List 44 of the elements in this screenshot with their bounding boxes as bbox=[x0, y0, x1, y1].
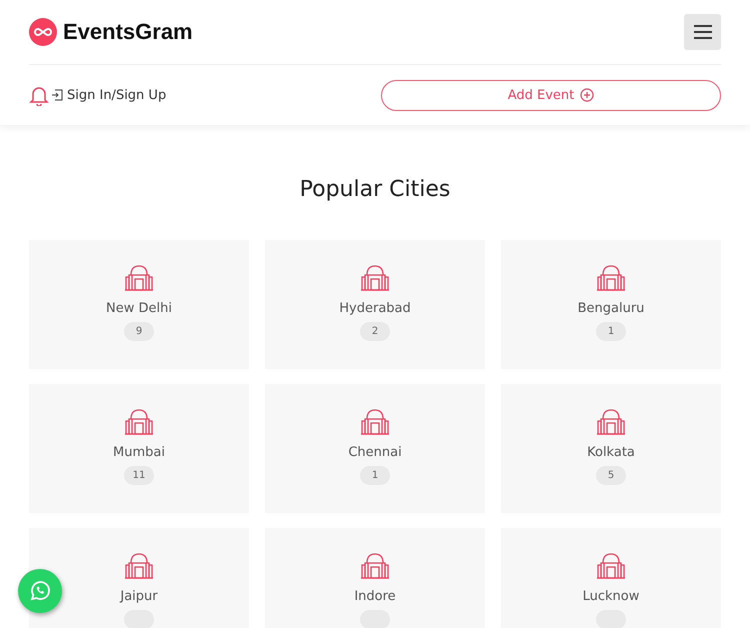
temple-icon bbox=[596, 553, 626, 579]
city-card[interactable]: New Delhi 9 bbox=[29, 240, 249, 369]
city-card[interactable]: Jaipur bbox=[29, 528, 249, 628]
city-name: Bengaluru bbox=[578, 301, 644, 316]
temple-icon bbox=[596, 409, 626, 435]
menu-button[interactable] bbox=[684, 14, 721, 50]
city-card[interactable]: Indore bbox=[265, 528, 485, 628]
city-card[interactable]: Bengaluru 1 bbox=[501, 240, 721, 369]
event-count: 5 bbox=[596, 466, 626, 485]
city-name: Chennai bbox=[348, 445, 402, 460]
city-card[interactable]: Lucknow bbox=[501, 528, 721, 628]
city-name: Jaipur bbox=[120, 589, 158, 604]
temple-icon bbox=[360, 265, 390, 291]
temple-icon bbox=[124, 409, 154, 435]
bell-icon[interactable] bbox=[29, 84, 49, 106]
temple-icon bbox=[124, 553, 154, 579]
section-heading: Popular Cities bbox=[298, 177, 452, 202]
temple-icon bbox=[360, 409, 390, 435]
event-count: 1 bbox=[596, 322, 626, 341]
plus-circle-icon bbox=[580, 88, 594, 102]
city-name: Indore bbox=[354, 589, 396, 604]
brand-name: EventsGram bbox=[63, 19, 193, 45]
city-card[interactable]: Mumbai 11 bbox=[29, 384, 249, 513]
temple-icon bbox=[596, 265, 626, 291]
whatsapp-icon bbox=[29, 580, 51, 602]
city-card[interactable]: Hyderabad 2 bbox=[265, 240, 485, 369]
event-count: 11 bbox=[124, 466, 154, 485]
city-card[interactable]: Kolkata 5 bbox=[501, 384, 721, 513]
add-event-button[interactable]: Add Event bbox=[381, 80, 721, 110]
city-name: Kolkata bbox=[587, 445, 635, 460]
logo-icon bbox=[29, 18, 57, 46]
city-name: Mumbai bbox=[113, 445, 165, 460]
temple-icon bbox=[124, 265, 154, 291]
temple-icon bbox=[360, 553, 390, 579]
sign-in-link[interactable]: Sign In/Sign Up bbox=[51, 88, 166, 102]
event-count: 1 bbox=[360, 466, 390, 485]
city-name: Hyderabad bbox=[339, 301, 411, 316]
event-count: 2 bbox=[360, 322, 390, 341]
event-count: 9 bbox=[124, 322, 154, 341]
city-name: New Delhi bbox=[106, 301, 172, 316]
city-card[interactable]: Chennai 1 bbox=[265, 384, 485, 513]
city-name: Lucknow bbox=[582, 589, 640, 604]
sign-in-icon bbox=[51, 89, 63, 101]
menu-icon bbox=[694, 25, 712, 39]
